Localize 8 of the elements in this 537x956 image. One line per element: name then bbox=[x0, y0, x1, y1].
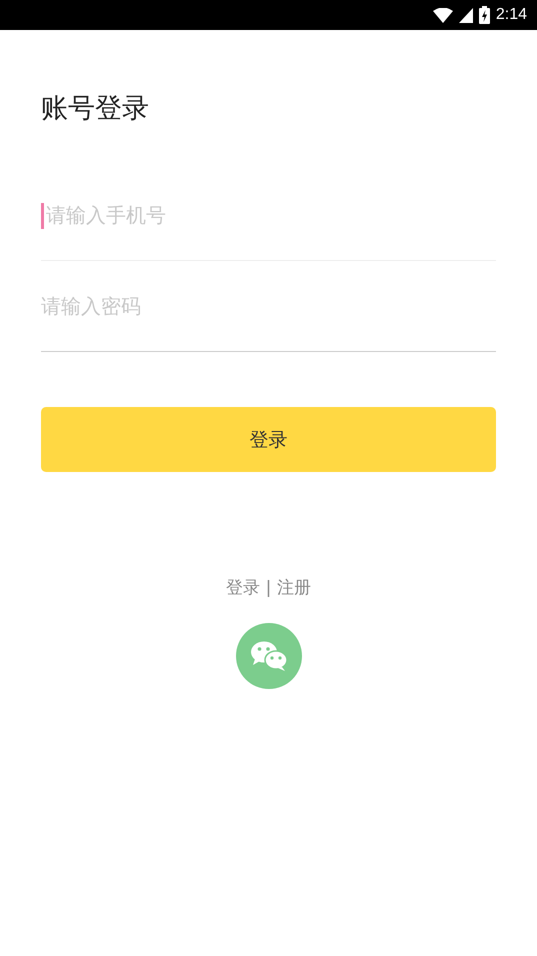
login-register-link[interactable]: 登录 | 注册 bbox=[226, 576, 311, 599]
wifi-icon bbox=[432, 8, 453, 22]
login-button[interactable]: 登录 bbox=[41, 407, 496, 472]
signal-icon bbox=[458, 8, 473, 22]
status-time: 2:14 bbox=[496, 6, 527, 24]
chat-bubbles-icon bbox=[250, 640, 288, 672]
page-title: 账号登录 bbox=[41, 92, 149, 126]
battery-icon bbox=[478, 6, 490, 24]
